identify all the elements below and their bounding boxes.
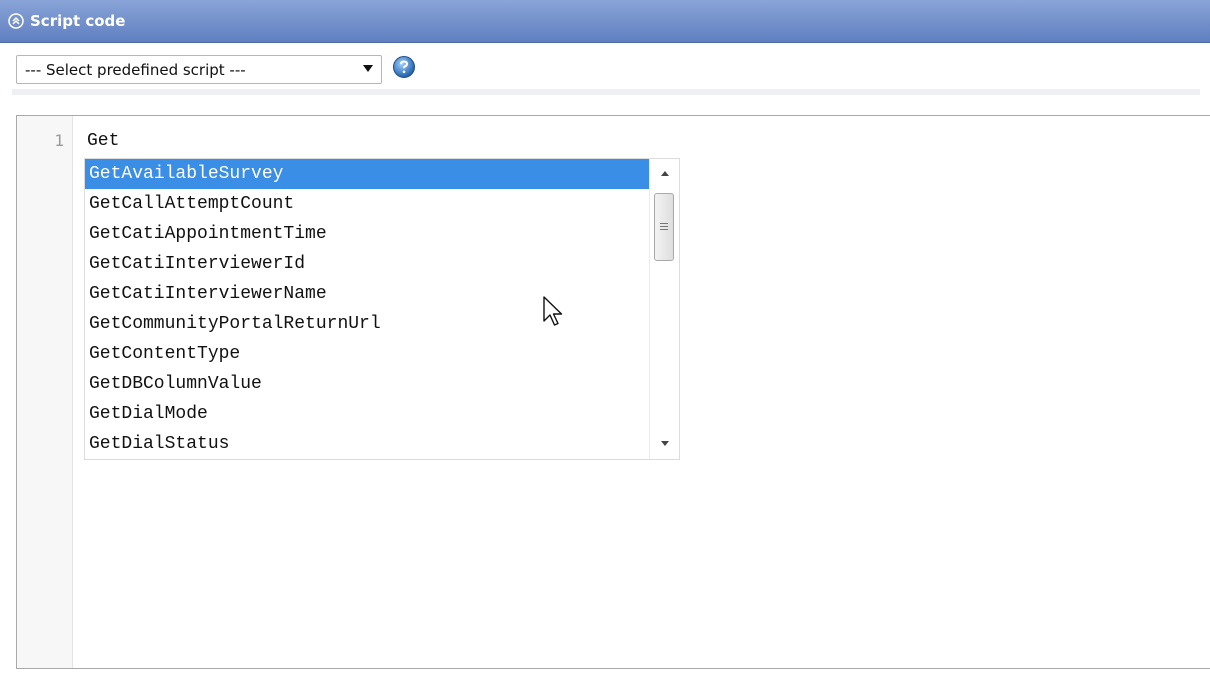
grip-line <box>660 226 668 227</box>
autocomplete-scrollbar[interactable] <box>649 159 679 459</box>
toolbar: --- Select predefined script --- <box>0 43 1210 115</box>
autocomplete-item-selected[interactable]: GetAvailableSurvey <box>85 159 649 189</box>
autocomplete-item[interactable]: GetCallAttemptCount <box>85 189 649 219</box>
autocomplete-item[interactable]: GetDialStatus <box>85 429 649 459</box>
predefined-script-select[interactable]: --- Select predefined script --- <box>16 55 382 84</box>
code-line[interactable]: Get <box>87 131 119 151</box>
scroll-down-arrow-icon[interactable] <box>661 441 669 446</box>
autocomplete-item[interactable]: GetDialMode <box>85 399 649 429</box>
panel-title: Script code <box>30 12 126 30</box>
scroll-up-arrow-icon[interactable] <box>661 171 669 176</box>
toolbar-separator <box>12 89 1200 95</box>
autocomplete-item[interactable]: GetDBColumnValue <box>85 369 649 399</box>
autocomplete-item[interactable]: GetContentType <box>85 339 649 369</box>
help-icon[interactable] <box>392 55 416 79</box>
grip-line <box>660 223 668 224</box>
autocomplete-popup[interactable]: GetAvailableSurvey GetCallAttemptCount G… <box>84 158 680 460</box>
scrollbar-thumb[interactable] <box>654 193 674 261</box>
grip-line <box>660 229 668 230</box>
line-number: 1 <box>54 131 64 150</box>
double-chevron-up-icon[interactable] <box>8 13 24 29</box>
dropdown-arrow-icon <box>363 65 373 72</box>
autocomplete-item[interactable]: GetCatiAppointmentTime <box>85 219 649 249</box>
autocomplete-item[interactable]: GetCatiInterviewerId <box>85 249 649 279</box>
select-value: --- Select predefined script --- <box>25 61 246 79</box>
line-gutter: 1 <box>17 116 73 668</box>
mouse-pointer-icon <box>543 296 563 326</box>
panel-header[interactable]: Script code <box>0 0 1210 43</box>
